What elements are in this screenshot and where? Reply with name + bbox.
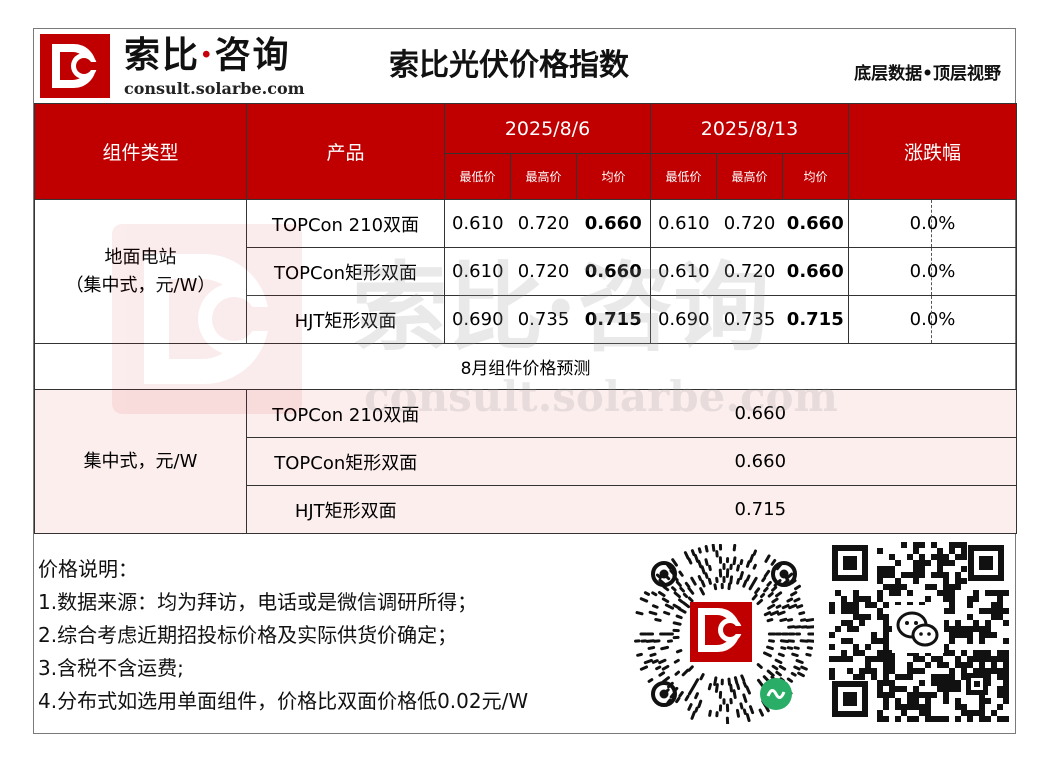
forecast-product: TOPCon 210双面 xyxy=(246,389,445,438)
price-avg: 0.660 xyxy=(782,199,850,248)
price-low: 0.690 xyxy=(444,295,511,344)
price-high: 0.720 xyxy=(510,199,577,248)
header-date-1: 2025/8/6 xyxy=(444,103,651,154)
header: 索比·咨询 consult.solarbe.com 索比光伏价格指数 底层数据•… xyxy=(34,29,1015,103)
subheader-high: 最高价 xyxy=(510,153,577,200)
subheader-low: 最低价 xyxy=(444,153,511,200)
price-avg: 0.660 xyxy=(576,199,651,248)
price-change: 0.0% xyxy=(848,247,1018,296)
note-item: 1.数据来源：均为拜访，电话或是微信调研所得； xyxy=(38,590,478,614)
price-low: 0.610 xyxy=(650,199,717,248)
header-product: 产品 xyxy=(246,103,445,200)
forecast-row: 集中式，元/W TOPCon 210双面 0.660 xyxy=(34,389,1018,534)
product-name: TOPCon 210双面 xyxy=(246,199,445,248)
price-low: 0.610 xyxy=(650,247,717,296)
forecast-product: TOPCon矩形双面 xyxy=(246,437,445,486)
header-module-type: 组件类型 xyxy=(34,103,247,200)
wechat-qr-icon[interactable] xyxy=(826,539,1010,723)
notes-heading: 价格说明： xyxy=(38,557,138,581)
solarbe-logo-icon xyxy=(40,34,110,98)
price-notes: 价格说明： 1.数据来源：均为拜访，电话或是微信调研所得； 2.综合考虑近期招投… xyxy=(38,553,638,718)
price-change: 0.0% xyxy=(848,199,1018,248)
subheader-avg: 均价 xyxy=(781,153,850,200)
forecast-title: 8月组件价格预测 xyxy=(33,343,1018,390)
group-label-ground: 地面电站 （集中式，元/W） xyxy=(34,199,247,344)
note-item: 3.含税不含运费; xyxy=(38,656,184,680)
product-name: TOPCon矩形双面 xyxy=(246,247,445,296)
subheader-high: 最高价 xyxy=(716,153,783,200)
page-title: 索比光伏价格指数 xyxy=(389,48,629,83)
price-table: 组件类型 产品 2025/8/6 2025/8/13 涨跌幅 最低价 最高价 均… xyxy=(33,103,1018,534)
price-low: 0.690 xyxy=(650,295,717,344)
price-high: 0.735 xyxy=(716,295,783,344)
subheader-avg: 均价 xyxy=(576,153,651,200)
price-high: 0.720 xyxy=(716,247,783,296)
product-name: HJT矩形双面 xyxy=(246,295,445,344)
price-avg: 0.715 xyxy=(782,295,850,344)
forecast-price: 0.660 xyxy=(444,389,1018,438)
forecast-price: 0.660 xyxy=(444,437,1018,486)
price-change: 0.0% xyxy=(848,295,1018,344)
price-avg: 0.660 xyxy=(576,247,651,296)
header-date-2: 2025/8/13 xyxy=(649,103,850,154)
table-row: 地面电站 （集中式，元/W） TOPCon 210双面 0.610 0.720 0… xyxy=(34,199,1018,344)
price-high: 0.720 xyxy=(510,247,577,296)
note-item: 2.综合考虑近期招投标价格及实际供货价确定； xyxy=(38,623,458,647)
price-low: 0.610 xyxy=(444,199,511,248)
brand-url: consult.solarbe.com xyxy=(124,79,305,98)
subheader-low: 最低价 xyxy=(650,153,717,200)
forecast-product: HJT矩形双面 xyxy=(246,485,445,534)
forecast-price: 0.715 xyxy=(444,485,1018,534)
price-index-card: 索比·咨询 consult.solarbe.com 索比光伏价格指数 底层数据•… xyxy=(33,28,1018,734)
mini-program-qr-icon[interactable] xyxy=(634,544,814,724)
price-low: 0.610 xyxy=(444,247,511,296)
price-avg: 0.660 xyxy=(782,247,850,296)
price-avg: 0.715 xyxy=(576,295,651,344)
price-high: 0.735 xyxy=(510,295,577,344)
group-label-centralized: 集中式，元/W xyxy=(34,389,247,534)
header-change: 涨跌幅 xyxy=(848,103,1018,200)
note-item: 4.分布式如选用单面组件，价格比双面价格低0.02元/W xyxy=(38,689,529,713)
slogan: 底层数据•顶层视野 xyxy=(854,64,1001,84)
price-high: 0.720 xyxy=(716,199,783,248)
brand-name-cn: 索比·咨询 xyxy=(124,34,291,76)
